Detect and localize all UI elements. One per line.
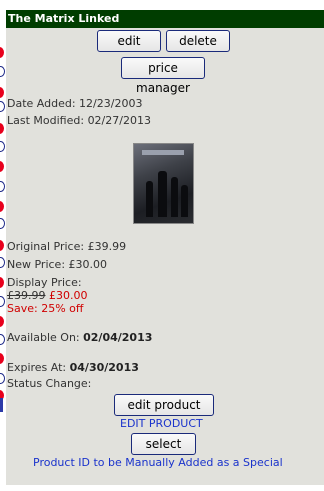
cover-figure — [181, 185, 188, 217]
marker-dot-icon — [0, 87, 4, 98]
available-on-label: Available On: — [7, 331, 80, 344]
cover-figure — [171, 177, 178, 217]
date-added-row: Date Added: 12/23/2003 — [7, 97, 142, 110]
radio-button-icon[interactable] — [0, 373, 5, 384]
select-button[interactable]: select — [131, 433, 196, 455]
edit-product-link[interactable]: EDIT PRODUCT — [120, 417, 203, 430]
marker-dot-icon — [0, 123, 4, 134]
last-modified-label: Last Modified: — [7, 114, 85, 127]
last-modified-row: Last Modified: 02/27/2013 — [7, 114, 151, 127]
original-price-label: Original Price: — [7, 240, 85, 253]
dvd-cover-image — [133, 143, 194, 224]
cover-figure — [158, 171, 167, 217]
new-price-label: New Price: — [7, 258, 66, 271]
display-price-old: £39.99 — [7, 289, 46, 302]
available-on-value: 02/04/2013 — [83, 331, 153, 344]
panel-title: The Matrix Linked — [6, 10, 324, 28]
available-on-row: Available On: 02/04/2013 — [7, 331, 152, 344]
cover-title-graphic — [142, 150, 184, 155]
marker-dot-icon — [0, 353, 4, 364]
edge-link-fragment — [0, 398, 3, 412]
radio-button-icon[interactable] — [0, 296, 5, 307]
edit-product-button[interactable]: edit product — [114, 394, 214, 416]
marker-dot-icon — [0, 201, 4, 212]
status-change-label: Status Change: — [7, 377, 92, 390]
radio-button-icon[interactable] — [0, 66, 5, 77]
manual-special-note: Product ID to be Manually Added as a Spe… — [33, 456, 283, 469]
radio-button-icon[interactable] — [0, 218, 5, 229]
original-price-value: £39.99 — [87, 240, 127, 253]
marker-dot-icon — [0, 277, 4, 288]
display-price-row: £39.99 £30.00 — [7, 289, 88, 302]
display-price-label: Display Price: — [7, 276, 82, 289]
date-added-label: Date Added: — [7, 97, 76, 110]
radio-button-icon[interactable] — [0, 181, 5, 192]
marker-dot-icon — [0, 161, 4, 172]
last-modified-value: 02/27/2013 — [87, 114, 151, 127]
marker-dot-icon — [0, 240, 4, 251]
edit-button[interactable]: edit — [97, 30, 161, 52]
radio-button-icon[interactable] — [0, 141, 5, 152]
radio-button-icon[interactable] — [0, 101, 5, 112]
radio-button-icon[interactable] — [0, 334, 5, 345]
new-price-row: New Price: £30.00 — [7, 258, 107, 271]
display-price-new: £30.00 — [49, 289, 88, 302]
date-added-value: 12/23/2003 — [79, 97, 143, 110]
expires-at-value: 04/30/2013 — [69, 361, 139, 374]
new-price-value: £30.00 — [68, 258, 108, 271]
radio-button-icon[interactable] — [0, 257, 5, 268]
marker-dot-icon — [0, 47, 4, 58]
save-percentage: Save: 25% off — [7, 302, 84, 315]
expires-at-row: Expires At: 04/30/2013 — [7, 361, 139, 374]
price-manager-button[interactable]: price manager — [121, 57, 205, 95]
marker-dot-icon — [0, 316, 4, 327]
cover-figure — [146, 181, 153, 217]
delete-button[interactable]: delete — [166, 30, 230, 52]
original-price-row: Original Price: £39.99 — [7, 240, 126, 253]
expires-at-label: Expires At: — [7, 361, 67, 374]
